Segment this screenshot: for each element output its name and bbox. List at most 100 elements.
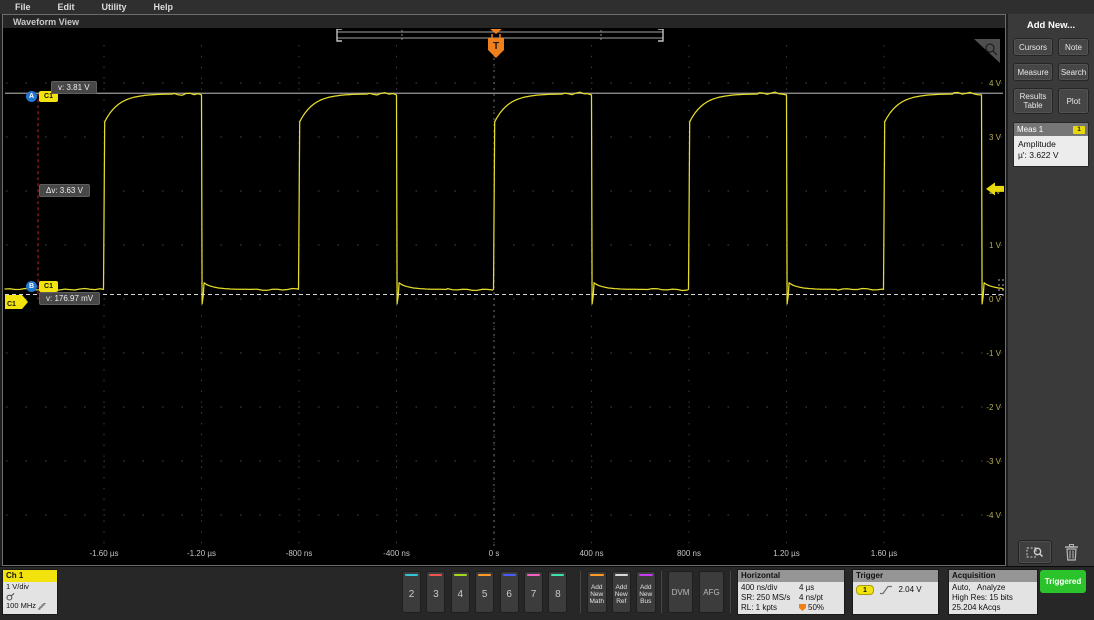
bottom-bar: Ch 1 1 V/div 100 MHz 2345678 AddNewMath Ad… [0,566,1094,620]
cursor-a-badge[interactable]: A [26,91,37,102]
channel-7-button[interactable]: 7 [524,571,543,613]
x-axis-tick-label: 1.20 µs [773,549,799,558]
waveform-view: Waveform View -1.60 µs -1.20 µs -800 ns -40… [2,14,1006,566]
add-new-title: Add New... [1013,20,1089,31]
y-axis-tick-label: -4 V [986,511,1001,520]
trigger-badge[interactable]: Trigger 1 2.04 V [852,569,939,615]
bottom-bar-divider [580,571,581,613]
x-axis-tick-label: -1.60 µs [89,549,118,558]
channel-number: 8 [549,576,566,612]
horizontal-title: Horizontal [738,570,844,582]
x-axis-tick-label: 1.60 µs [871,549,897,558]
menu-file[interactable]: File [15,2,31,12]
probe-icon [6,593,15,601]
cursor-b-channel-badge: C1 [39,281,58,292]
panel-drag-handle[interactable] [998,294,1000,296]
horizontal-position: 50% [808,603,824,612]
add-new-label: AddNewBus [637,576,655,612]
y-axis-tick-label: -2 V [986,403,1001,412]
zoom-box-button[interactable] [1018,540,1052,564]
add-search-button[interactable]: Search [1058,63,1089,81]
acquisition-mode: Auto, Analyze [952,583,1034,593]
dvm-button[interactable]: DVM [668,571,693,613]
channel-1-badge[interactable]: Ch 1 1 V/div 100 MHz [2,569,58,615]
channel-6-button[interactable]: 6 [500,571,519,613]
channel-3-button[interactable]: 3 [426,571,445,613]
x-axis-tick-label: 800 ns [677,549,701,558]
y-axis-tick-label: 3 V [989,133,1002,142]
channel-1-waveform-trace[interactable] [5,92,1004,304]
trigger-position-icon [799,604,806,611]
channel-4-button[interactable]: 4 [451,571,470,613]
panel-drag-handle[interactable] [998,289,1000,291]
channel-1-label: Ch 1 [3,570,57,582]
menu-help[interactable]: Help [154,2,174,12]
add-cursors-button[interactable]: Cursors [1013,38,1053,56]
horizontal-badge[interactable]: Horizontal 400 ns/div4 µs SR: 250 MS/s4 … [737,569,845,615]
acquisition-title: Acquisition [949,570,1037,582]
triggered-status-badge: Triggered [1040,570,1086,593]
bottom-bar-divider [661,571,662,613]
channel-number: 6 [501,576,518,612]
y-axis-tick-label: -1 V [986,349,1001,358]
measurement-badge[interactable]: Meas 1 1 Amplitude µ': 3.622 V [1013,122,1089,167]
channel-2-button[interactable]: 2 [402,571,421,613]
waveform-plot[interactable]: -1.60 µs-1.20 µs-800 ns-400 ns0 s400 ns8… [3,29,1005,565]
channel-5-button[interactable]: 5 [475,571,494,613]
add-new-label: AddNewMath [588,576,606,612]
x-axis-tick-label: -1.20 µs [187,549,216,558]
acquisition-resolution: High Res: 15 bits [952,593,1034,603]
trigger-flag-letter: T [493,41,499,52]
add-measure-button[interactable]: Measure [1013,63,1053,81]
waveform-view-title: Waveform View [3,15,1005,29]
ruler-left-bracket[interactable] [337,29,342,41]
trigger-source-badge: 1 [856,585,874,595]
menu-utility[interactable]: Utility [102,2,127,12]
cursor-b-readout[interactable]: v: 176.97 mV [39,292,100,305]
horizontal-span: 4 µs [799,583,814,593]
panel-drag-handle[interactable] [1002,294,1004,296]
add-note-button[interactable]: Note [1058,38,1089,56]
meas-source-badge: 1 [1073,126,1085,134]
menu-edit[interactable]: Edit [58,2,75,12]
panel-drag-handle[interactable] [1002,289,1004,291]
horizontal-sample-rate: SR: 250 MS/s [741,593,799,603]
cursor-b-badge[interactable]: B [26,281,37,292]
meas-value: µ': 3.622 V [1018,150,1084,161]
right-sidebar: Add New... Cursors Note Measure Search Resul… [1008,14,1094,566]
y-axis-tick-label: 4 V [989,79,1002,88]
bottom-bar-divider [730,571,731,613]
horizontal-record-length: RL: 1 kpts [741,603,799,613]
channel-8-button[interactable]: 8 [548,571,567,613]
acquisition-count: 25.204 kAcqs [952,603,1034,613]
cursor-delta-readout: Δv: 3.63 V [39,184,90,197]
panel-drag-handle[interactable] [998,279,1000,281]
channel-1-bandwidth: 100 MHz [6,601,36,610]
channel-number: 4 [452,576,469,612]
ruler-right-bracket[interactable] [658,29,663,41]
meas-name: Amplitude [1018,139,1084,150]
menu-bar: File Edit Utility Help [0,0,1094,14]
channel-1-ground-label: C1 [7,301,16,308]
trigger-title: Trigger [853,570,938,582]
add-results-table-button[interactable]: Results Table [1013,88,1053,114]
panel-drag-handle[interactable] [1002,284,1004,286]
add-new-button-grid: Cursors Note Measure Search Results TablePlo… [1013,38,1089,114]
trash-icon[interactable] [1064,544,1079,561]
trigger-level: 2.04 V [898,585,921,594]
afg-button[interactable]: AFG [699,571,724,613]
channel-1-scale: 1 V/div [6,582,54,592]
bandwidth-icon [38,603,46,610]
x-axis-tick-label: 0 s [489,549,500,558]
cursor-a-readout[interactable]: v: 3.81 V [51,81,97,94]
add-new-ref-button[interactable]: AddNewRef [612,571,632,613]
add-new-bus-button[interactable]: AddNewBus [636,571,656,613]
acquisition-badge[interactable]: Acquisition Auto, Analyze High Res: 15 b… [948,569,1038,615]
panel-drag-handle[interactable] [1002,279,1004,281]
add-new-math-button[interactable]: AddNewMath [587,571,607,613]
channel-number: 3 [427,576,444,612]
panel-drag-handle[interactable] [998,284,1000,286]
add-plot-button[interactable]: Plot [1058,88,1089,114]
x-axis-tick-label: -800 ns [286,549,313,558]
x-axis-tick-label: -400 ns [383,549,410,558]
